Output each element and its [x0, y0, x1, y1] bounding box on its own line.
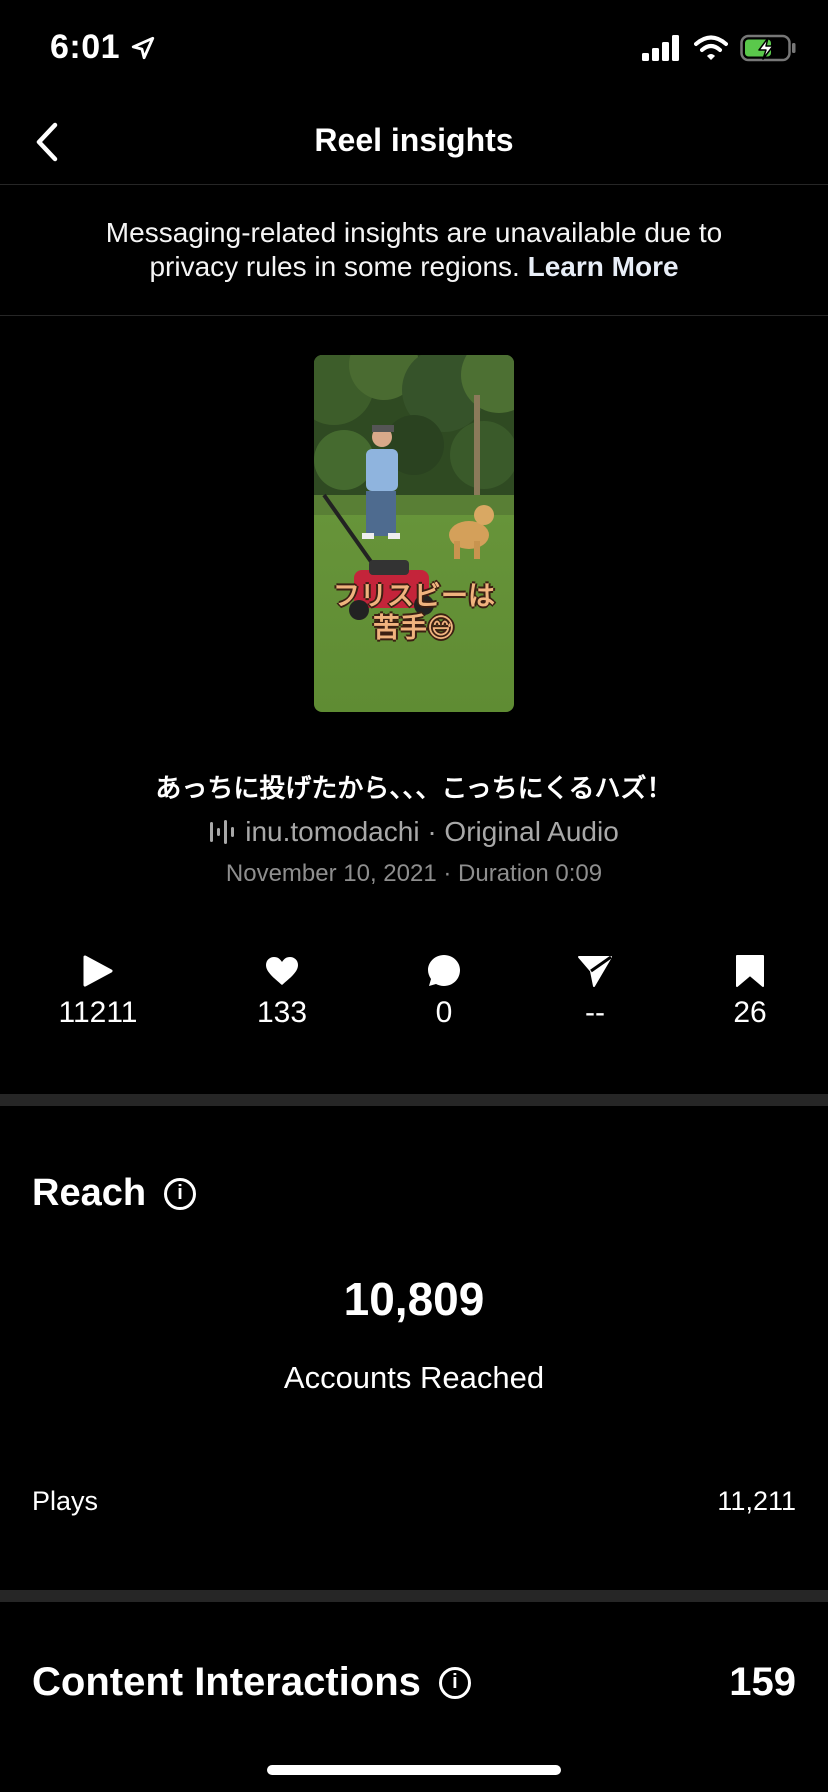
plays-value: 11,211 — [717, 1486, 796, 1516]
content-interactions-title: Content Interactions — [32, 1660, 421, 1704]
plays-count: 11211 — [58, 996, 138, 1029]
page-title: Reel insights — [314, 122, 514, 158]
stats-row: 11211 133 0 -- 26 — [0, 950, 828, 1040]
content-interactions-header: Content Interactions i — [32, 1660, 471, 1705]
content-interactions-value: 159 — [729, 1660, 796, 1704]
play-icon — [83, 955, 113, 987]
reel-thumbnail[interactable]: フリスビーは 苦手😅 — [314, 355, 514, 712]
audio-line[interactable]: inu.tomodachi · Original Audio — [0, 816, 828, 848]
privacy-notice: Messaging-related insights are unavailab… — [0, 185, 828, 316]
thumbnail-caption: フリスビーは 苦手😅 — [314, 580, 514, 644]
stat-comments: 0 — [374, 950, 514, 1030]
saves-count: 26 — [733, 996, 767, 1029]
info-icon[interactable]: i — [438, 1666, 471, 1699]
reel-meta: November 10, 2021 · Duration 0:09 — [225, 860, 603, 887]
plays-label: Plays — [32, 1486, 99, 1516]
thumbnail-caption-line1: フリスビーは — [333, 581, 495, 611]
status-bar: 6:01 — [0, 0, 828, 100]
stat-plays: 11211 — [28, 950, 168, 1030]
nav-bar: Reel insights — [0, 100, 828, 185]
section-divider — [0, 1094, 828, 1106]
status-time: 6:01 — [50, 28, 156, 67]
comments-count: 0 — [435, 996, 453, 1029]
status-icons — [642, 34, 796, 62]
signal-icon — [642, 35, 679, 61]
accounts-reached-value: 10,809 — [343, 1273, 485, 1325]
stat-shares: -- — [525, 950, 665, 1030]
heart-icon — [266, 957, 298, 985]
battery-charging-icon — [740, 34, 796, 62]
audio-text: inu.tomodachi · Original Audio — [245, 816, 619, 847]
reel-thumbnail-image — [314, 355, 514, 712]
notice-paragraph: Messaging-related insights are unavailab… — [69, 216, 759, 284]
thumbnail-caption-line2: 苦手😅 — [372, 613, 456, 643]
shares-count: -- — [585, 996, 605, 1029]
screen: 6:01 Reel insights Messaging-related ins… — [0, 0, 828, 1792]
reach-title: Reach — [32, 1172, 147, 1214]
clock: 6:01 — [50, 28, 121, 66]
section-divider — [0, 1590, 828, 1602]
learn-more-link[interactable]: Learn More — [528, 251, 679, 282]
stat-likes: 133 — [212, 950, 352, 1030]
bookmark-icon — [736, 955, 764, 987]
accounts-reached-label: Accounts Reached — [283, 1360, 545, 1395]
reel-caption: あっちに投げたから、、、こっちにくるハズ！ — [155, 773, 673, 803]
wifi-icon — [694, 35, 728, 60]
audio-wave-icon — [210, 820, 235, 844]
likes-count: 133 — [256, 996, 308, 1029]
comment-icon — [428, 955, 460, 986]
home-indicator[interactable] — [267, 1765, 561, 1775]
location-arrow-icon — [131, 36, 155, 59]
reach-header: Reach i — [32, 1172, 197, 1215]
share-icon — [578, 955, 612, 987]
info-icon[interactable]: i — [164, 1177, 197, 1210]
stat-saves: 26 — [680, 950, 820, 1030]
